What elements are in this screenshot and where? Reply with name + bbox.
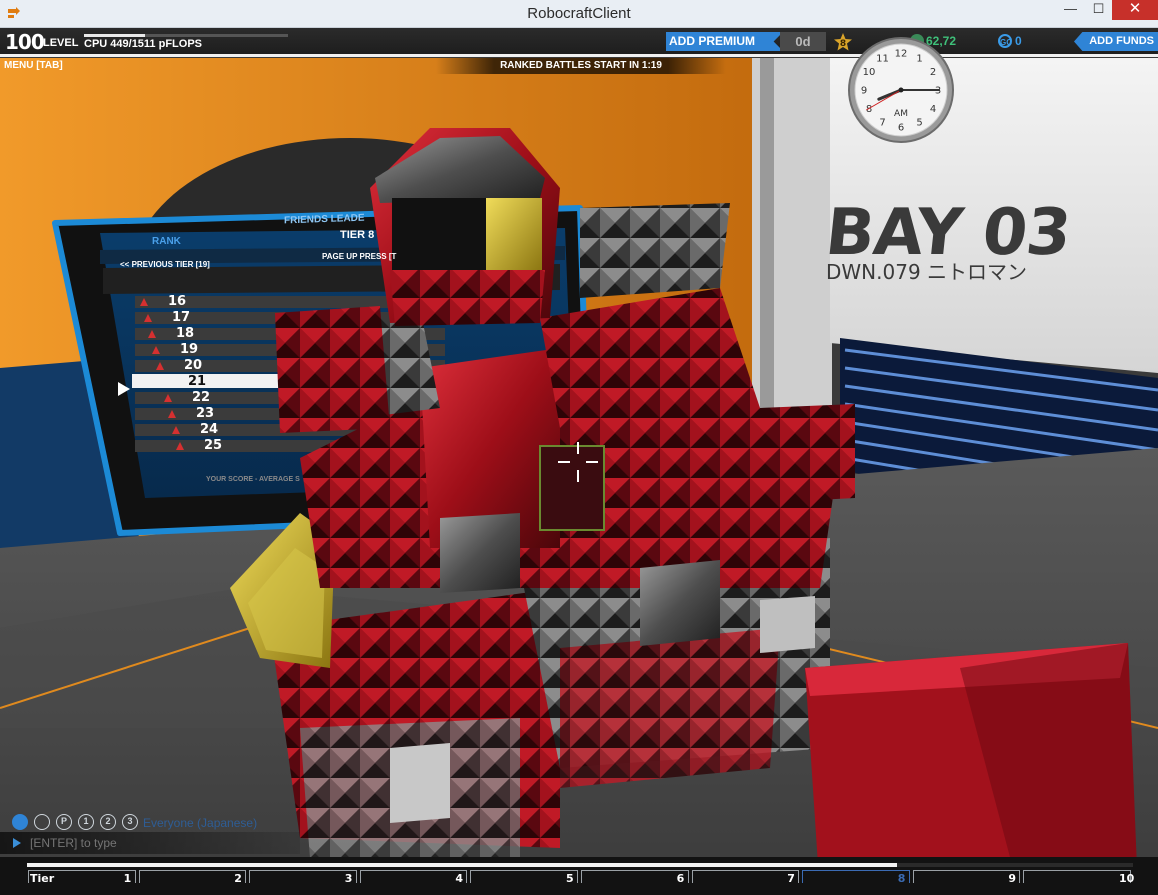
clock-meridiem: AM <box>894 109 908 119</box>
leaderboard-rank-row: 20 <box>184 358 203 373</box>
tier-segment <box>912 870 1021 883</box>
rank-up-icon <box>172 426 180 434</box>
tier-number: 4 <box>455 872 464 885</box>
player-level-label: LEVEL <box>43 37 79 49</box>
tier-segment <box>802 870 910 883</box>
tier-segment <box>249 870 357 883</box>
tier-number: 7 <box>787 872 795 885</box>
leaderboard-page-up: PAGE UP PRESS [T <box>322 252 397 261</box>
tier-segment <box>359 870 468 883</box>
leaderboard-prev-tier[interactable]: << PREVIOUS TIER [19] <box>120 260 210 269</box>
crosshair-icon <box>558 442 598 482</box>
tier-progress-bar: 1 2 3 4 5 6 7 8 9 10 Tier <box>0 857 1158 895</box>
player-level: 100 <box>5 30 45 54</box>
galaxy-coins-icon: GC <box>998 34 1012 48</box>
menu-tab-button[interactable]: MENU [TAB] <box>4 60 63 71</box>
leaderboard-rank-row: 18 <box>176 326 195 341</box>
leaderboard-tier-label: TIER 8 <box>340 229 375 241</box>
leaderboard-footer: YOUR SCORE - AVERAGE S <box>206 476 300 483</box>
tier-number: 3 <box>344 872 353 885</box>
clock-number: 1 <box>916 54 922 65</box>
leaderboard-rank-row: 25 <box>204 438 223 453</box>
rank-up-icon <box>148 330 156 338</box>
clock-number: 2 <box>930 67 936 78</box>
clock-number: 9 <box>861 86 867 97</box>
galaxy-coins-value: 0 <box>1015 34 1022 48</box>
party-2-icon[interactable]: 2 <box>100 814 116 830</box>
person-icon[interactable] <box>34 814 50 830</box>
clock-number: 4 <box>930 104 936 115</box>
tier-number: 2 <box>234 872 242 885</box>
clock-number: 11 <box>876 54 889 65</box>
clock-number: 7 <box>879 118 885 129</box>
tier-segment <box>581 870 689 883</box>
tier-number: 1 <box>123 872 132 885</box>
cpu-bar-fill <box>84 34 145 37</box>
chat-channel-label[interactable]: Everyone (Japanese) <box>143 816 257 830</box>
cpu-label: CPU 449/1511 pFLOPS <box>84 38 202 50</box>
rank-up-icon <box>164 394 172 402</box>
rank-up-icon <box>156 362 164 370</box>
party-1-icon[interactable]: 1 <box>78 814 94 830</box>
maximize-button[interactable]: ☐ <box>1085 0 1112 20</box>
leaderboard-rank-row: 21 <box>188 374 207 389</box>
hud-divider <box>0 54 1158 57</box>
leaderboard-rank-row: 19 <box>180 342 199 357</box>
party-3-icon[interactable]: 3 <box>122 814 138 830</box>
top-hud: 100 LEVEL CPU 449/1511 pFLOPS ADD PREMIU… <box>0 28 1158 54</box>
tier-segment <box>470 870 578 883</box>
leaderboard-rank-row: 23 <box>196 406 215 421</box>
tier-progress-track <box>27 863 1133 867</box>
tier-label: Tier <box>30 872 55 885</box>
tier-number: 8 <box>897 872 906 885</box>
leaderboard-rank-row: 22 <box>192 390 211 405</box>
minimize-button[interactable]: — <box>1057 0 1084 20</box>
tier-number: 10 <box>1119 872 1135 885</box>
clock-number: 5 <box>916 118 922 129</box>
clock-number: 12 <box>895 49 908 60</box>
p-icon[interactable]: P <box>56 814 72 830</box>
leaderboard-rank-label: RANK <box>152 236 181 247</box>
tier-segment <box>1023 870 1131 883</box>
close-button[interactable]: ✕ <box>1112 0 1158 20</box>
rank-up-icon <box>140 298 148 306</box>
window-titlebar: RobocraftClient — ☐ ✕ <box>0 0 1158 28</box>
rank-up-icon <box>152 346 160 354</box>
clock-number: 10 <box>863 67 876 78</box>
rank-up-icon <box>176 442 184 450</box>
analog-clock: 121234567891011 AM <box>848 37 954 143</box>
globe-icon[interactable] <box>12 814 28 830</box>
rank-up-icon <box>144 314 152 322</box>
cpu-bar <box>84 34 288 37</box>
leaderboard-rank-row: 17 <box>172 310 191 325</box>
tier-segment <box>138 870 247 883</box>
chat-input[interactable] <box>30 834 280 852</box>
add-funds-button[interactable]: ADD FUNDS <box>1074 32 1158 51</box>
add-premium-button[interactable]: ADD PREMIUM <box>666 32 783 51</box>
tier-badge-text: 8 <box>840 39 846 49</box>
tier-number: 9 <box>1008 872 1017 885</box>
rank-up-icon <box>168 410 176 418</box>
tier-number: 6 <box>676 872 685 885</box>
window-title: RobocraftClient <box>527 5 631 22</box>
tier-number: 5 <box>566 872 574 885</box>
leaderboard-rank-row: 16 <box>168 294 187 309</box>
game-viewport[interactable]: FRIENDS LEADE RANK TIER 8 << PREVIOUS TI… <box>0 28 1158 895</box>
chat-arrow-icon <box>13 838 21 848</box>
ranked-battles-banner: RANKED BATTLES START IN 1:19 <box>436 58 726 74</box>
clock-number: 6 <box>898 123 904 134</box>
tier-progress-fill <box>27 863 898 867</box>
leaderboard-rank-row: 24 <box>200 422 219 437</box>
bay-subtitle: DWN.079 ニトロマン <box>826 260 1028 284</box>
premium-days: 0d <box>780 32 826 51</box>
tier-segment <box>691 870 800 883</box>
